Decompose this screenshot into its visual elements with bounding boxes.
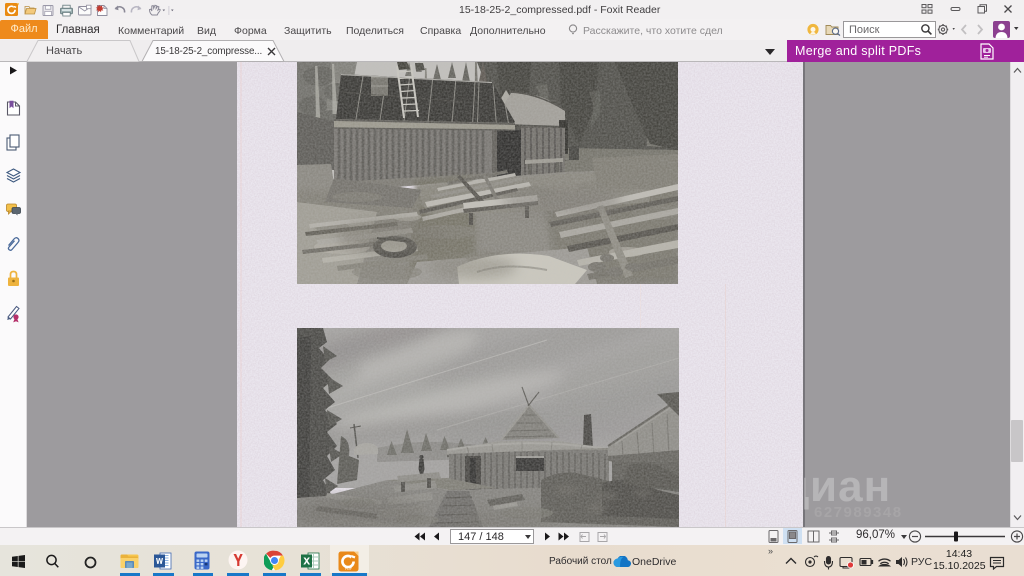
svg-text:PDF: PDF: [345, 567, 353, 571]
